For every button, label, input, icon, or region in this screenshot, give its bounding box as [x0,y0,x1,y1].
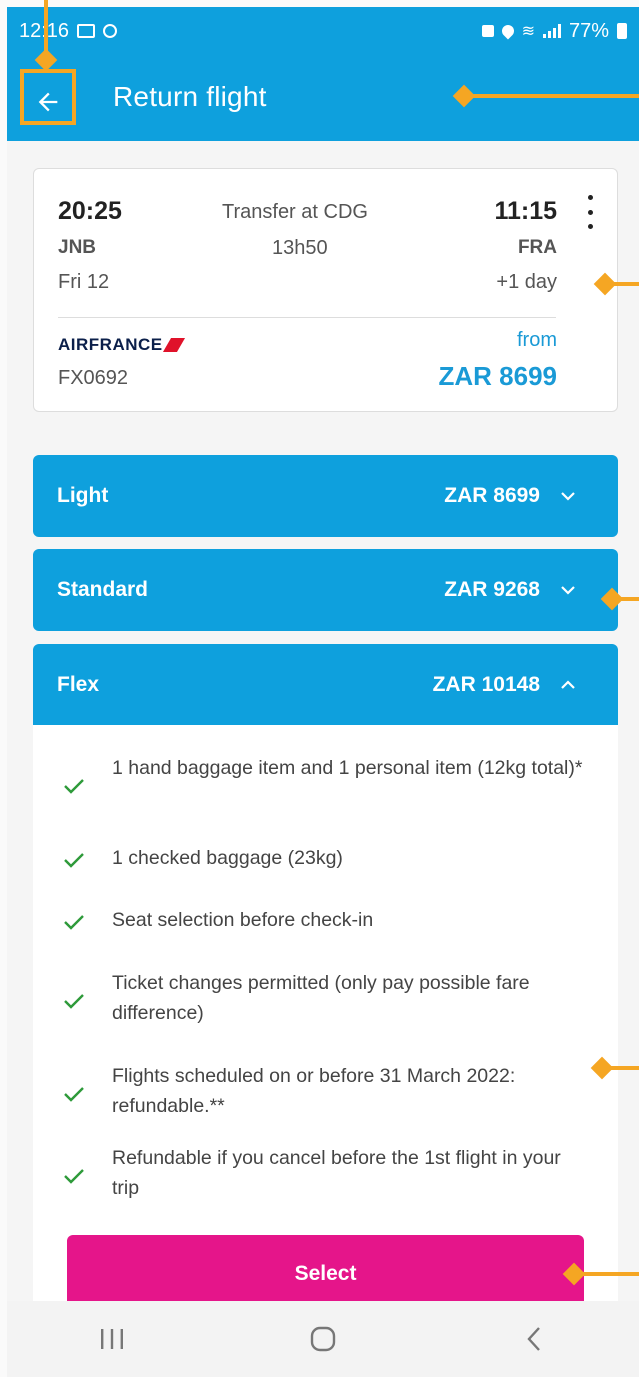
divider [58,317,556,318]
fare-name: Flex [57,673,100,696]
signal-icon [542,24,561,38]
fare-price: ZAR 9268 [444,578,540,601]
benefit-text: Ticket changes permitted (only pay possi… [112,972,530,1024]
fare-option-flex[interactable]: Flex ZAR 10148 [33,644,618,726]
system-back-button[interactable] [504,1309,564,1369]
status-bar: 12:16 ≋ 77% [7,7,639,55]
fare-option-light[interactable]: Light ZAR 8699 [33,455,618,537]
chevron-down-icon [561,492,575,501]
flight-number: FX0692 [58,367,129,389]
check-icon [64,853,84,868]
benefit-text: Refundable if you cancel before the 1st … [112,1147,561,1199]
more-vertical-icon[interactable] [585,195,595,229]
recents-button[interactable] [82,1309,142,1369]
gallery-notification-icon [77,24,96,38]
home-icon [310,1326,336,1352]
benefit-item: 1 checked baggage (23kg) [33,843,618,877]
chevron-down-icon [561,586,575,595]
arrival-time: 11:15 [494,197,557,225]
arrival-day-offset: +1 day [496,271,557,293]
battery-icon [617,23,627,39]
fare-price: ZAR 8699 [444,484,540,507]
app-bar: Return flight [7,55,639,141]
system-nav-bar [7,1301,639,1377]
benefit-text: 1 hand baggage item and 1 personal item … [112,757,583,779]
nav-back-icon [527,1327,540,1351]
destination-code: FRA [517,237,557,258]
fare-name: Standard [57,578,149,601]
benefit-item: Refundable if you cancel before the 1st … [33,1143,618,1207]
benefit-text: Seat selection before check-in [112,909,374,931]
lock-icon [481,25,494,37]
from-price: ZAR 8699 [438,361,558,391]
transfer-info: Transfer at CDG [222,201,368,223]
benefit-item: Ticket changes permitted (only pay possi… [33,968,618,1032]
benefit-text: Flights scheduled on or before 31 March … [112,1065,516,1117]
chevron-up-icon [561,680,575,689]
check-icon [64,1169,84,1184]
annotation-line [464,94,639,98]
check-icon [64,915,84,930]
battery-percent: 77% [568,19,609,42]
page-title: Return flight [113,81,267,112]
flight-summary-card[interactable]: 20:25 Transfer at CDG 11:15 JNB 13h50 FR… [33,168,618,412]
benefit-item: Seat selection before check-in [33,905,618,939]
home-button[interactable] [293,1309,353,1369]
departure-time: 20:25 [58,197,122,225]
check-icon [64,994,84,1009]
benefit-item: 1 hand baggage item and 1 personal item … [33,753,618,817]
origin-code: JNB [58,237,97,258]
wifi-icon: ≋ [521,23,535,40]
fare-price: ZAR 10148 [432,673,540,696]
select-button-label: Select [294,1262,357,1285]
fare-name: Light [57,484,109,507]
airline-name: AIRFRANCE [58,335,163,354]
flex-fare-details: 1 hand baggage item and 1 personal item … [33,725,618,1301]
sync-notification-icon [103,24,118,38]
benefit-text: 1 checked baggage (23kg) [112,847,343,869]
benefit-item: Flights scheduled on or before 31 March … [33,1061,618,1125]
flight-duration: 13h50 [272,237,328,259]
check-icon [64,1087,84,1102]
departure-date: Fri 12 [58,271,110,293]
location-icon [499,22,517,40]
from-label: from [517,329,557,351]
check-icon [64,779,84,794]
airline-logo: AIRFRANCE [58,335,185,355]
fare-option-standard[interactable]: Standard ZAR 9268 [33,549,618,631]
annotation-box [20,69,76,125]
airline-logo-slash-icon [162,338,185,352]
recents-icon [101,1329,124,1349]
